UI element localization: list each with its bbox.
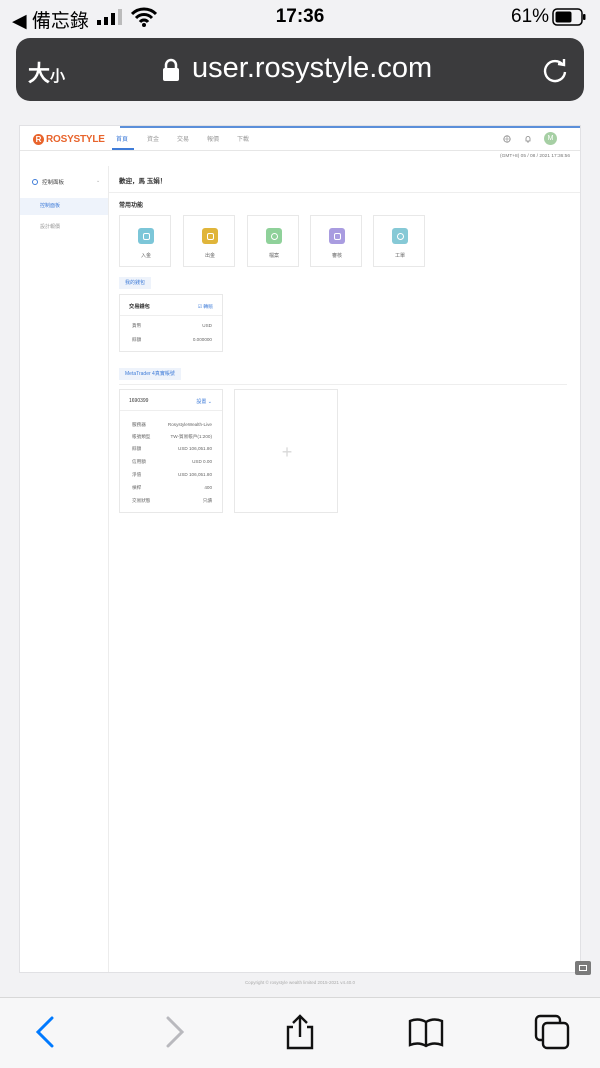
clock: 17:36 (275, 6, 325, 27)
wallet-currency-label: 貨幣 (132, 323, 142, 328)
files-icon (266, 228, 282, 244)
url-text: user.rosystyle.com (192, 52, 433, 84)
quick-review-label: 審核 (331, 253, 342, 259)
nav-home[interactable]: 首頁 (116, 134, 128, 143)
add-account-card[interactable]: + (234, 389, 338, 513)
wallet-transfer-label: 轉賬 (203, 305, 213, 310)
quick-review-card[interactable]: 審核 (310, 215, 362, 267)
ios-status-bar: ◀ 備忘錄 17:36 61% (0, 0, 600, 34)
mt4-row-value: TW-貿易帳戶(1:200) (170, 434, 212, 439)
message-icon[interactable] (575, 961, 591, 975)
mt4-row-label: 交易狀態 (132, 498, 151, 503)
divider (119, 384, 567, 385)
battery-icon (552, 8, 586, 26)
text-size-large: 大 (28, 61, 51, 86)
tab-my-wallet[interactable]: 我的錢包 (119, 277, 152, 289)
forward-icon[interactable] (156, 1014, 192, 1050)
mt4-row-label: 槓桿 (132, 485, 142, 490)
share-icon[interactable] (282, 1014, 318, 1050)
quick-withdraw-label: 出金 (204, 253, 215, 259)
mt4-row-label: 餘額 (132, 446, 142, 451)
tabs-icon[interactable] (534, 1014, 570, 1050)
plus-icon: + (281, 442, 293, 462)
quick-ticket-label: 工單 (394, 253, 405, 259)
sidebar-item-quotes[interactable]: 設計報價 (20, 219, 108, 236)
nav-download[interactable]: 下載 (237, 134, 249, 143)
text-size-button[interactable]: 大小 (28, 56, 65, 88)
nav-active-indicator (112, 148, 134, 150)
dashboard-icon (32, 179, 38, 185)
quick-withdraw-card[interactable]: 出金 (183, 215, 235, 267)
mt4-row-value: USD 106,051.80 (178, 472, 212, 477)
sidebar: 控制面板 ⌄ 控制面板 設計報價 (20, 166, 109, 972)
mt4-account-card: 1690399 設置 ⌄ 服務器 RosystyleWealth-Live 帳號… (119, 389, 223, 513)
bookmarks-icon[interactable] (408, 1014, 444, 1050)
back-icon[interactable] (28, 1014, 64, 1050)
mt4-settings-dropdown[interactable]: 設置 ⌄ (196, 398, 212, 405)
sidebar-heading-label: 控制面板 (42, 180, 65, 186)
lock-icon (163, 58, 179, 81)
divider (109, 192, 580, 193)
sidebar-heading[interactable]: 控制面板 (32, 178, 64, 186)
reload-icon[interactable] (541, 56, 569, 84)
language-icon[interactable] (503, 135, 511, 143)
logo-mark-icon: R (33, 133, 44, 145)
mt4-row-value: 400 (204, 485, 212, 490)
browser-toolbar (0, 997, 600, 1068)
wallet-transfer-link[interactable]: ☑ 轉賬 (198, 303, 213, 310)
ticket-icon (392, 228, 408, 244)
text-size-small: 小 (50, 68, 66, 85)
wallet-title: 交易錢包 (129, 304, 150, 310)
mt4-settings-label: 設置 (196, 399, 207, 405)
mt4-row-value: USD 106,051.80 (178, 446, 212, 451)
mt4-row-value: RosystyleWealth-Live (167, 422, 212, 427)
mt4-row-value: 只讀 (202, 498, 212, 503)
wallet-currency-value: USD (202, 323, 212, 328)
logo-text: ROSYSTYLE (46, 133, 105, 145)
user-avatar[interactable]: M (544, 132, 557, 145)
bell-icon[interactable] (524, 135, 532, 143)
top-navigation: R ROSYSTYLE 首頁 資金 交易 報價 下載 M (20, 128, 580, 151)
nav-quotes[interactable]: 報價 (207, 134, 219, 143)
chevron-down-icon[interactable]: ⌄ (96, 178, 100, 184)
battery-percent: 61% (511, 6, 550, 27)
web-page: R ROSYSTYLE 首頁 資金 交易 報價 下載 M (GMT+8) 05 … (20, 126, 580, 972)
withdraw-icon (202, 228, 218, 244)
review-icon (329, 228, 345, 244)
sidebar-item-dashboard[interactable]: 控制面板 (20, 198, 108, 215)
divider (120, 410, 222, 411)
mt4-row-value: USD 0.00 (192, 459, 212, 464)
quick-functions-title: 常用功能 (119, 203, 144, 209)
nav-funds[interactable]: 資金 (147, 134, 159, 143)
wallet-balance-value: 0.000000 (192, 337, 212, 342)
quick-ticket-card[interactable]: 工單 (373, 215, 425, 267)
deposit-icon (138, 228, 154, 244)
nav-trade[interactable]: 交易 (177, 134, 189, 143)
divider (120, 315, 222, 316)
quick-deposit-card[interactable]: 入金 (119, 215, 171, 267)
trading-wallet-card: 交易錢包 ☑ 轉賬 貨幣 USD 餘額 0.000000 (119, 294, 223, 352)
quick-files-label: 檔案 (268, 253, 279, 259)
mt4-row-label: 淨值 (132, 472, 142, 477)
site-logo[interactable]: R ROSYSTYLE (33, 133, 105, 145)
quick-deposit-label: 入金 (140, 253, 151, 259)
welcome-message: 歡迎，馬 玉娟！ (119, 178, 167, 185)
wallet-balance-label: 餘額 (132, 337, 142, 342)
mt4-row-label: 帳號類型 (132, 434, 151, 439)
mt4-row-label: 信用額 (132, 459, 146, 464)
mt4-account-number: 1690399 (129, 398, 149, 404)
copyright-text: Copyright © rosystyle wealth limited 201… (244, 980, 356, 985)
server-datetime: (GMT+8) 05 / 08 / 2021 17:36:56 (500, 154, 570, 159)
quick-files-card[interactable]: 檔案 (247, 215, 299, 267)
address-bar[interactable]: 大小 user.rosystyle.com (16, 38, 584, 101)
tab-mt4-live-account[interactable]: MetaTrader 4真實帳號 (119, 368, 181, 380)
mt4-row-label: 服務器 (132, 422, 146, 427)
